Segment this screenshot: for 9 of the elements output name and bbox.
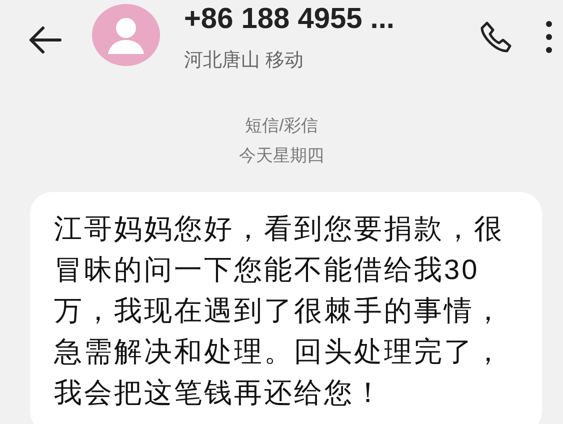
message-bubble: 江哥妈妈您好，看到您要捐款，很冒昧的问一下您能不能借给我30万，我现在遇到了很棘手的事情，急需解决和处理。回头处理完了，我会把这笔钱再还给您！ [30, 192, 542, 424]
contact-number: +86 188 4955 ... [184, 2, 394, 37]
back-icon[interactable] [28, 26, 62, 54]
contact-location: 河北唐山 移动 [184, 49, 304, 73]
more-icon[interactable] [545, 20, 553, 54]
phone-icon[interactable] [479, 20, 513, 54]
channel-label: 短信/彩信 [245, 115, 318, 137]
avatar-icon [92, 4, 160, 66]
date-label: 今天星期四 [239, 145, 324, 167]
